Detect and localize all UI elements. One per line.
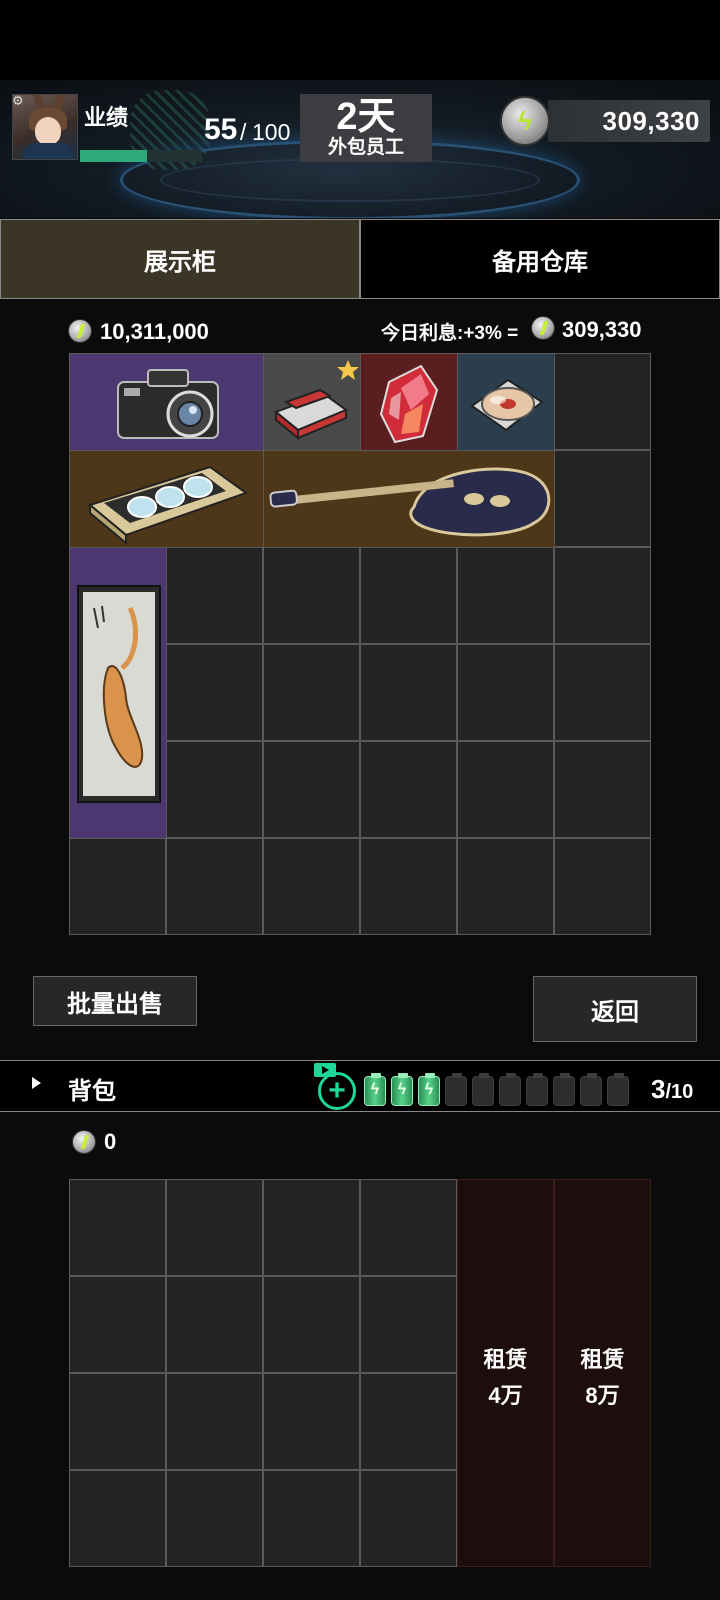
rent-label: 租赁 bbox=[580, 1347, 625, 1372]
grid-cell[interactable] bbox=[69, 1373, 166, 1470]
battery-full-icon: ϟ bbox=[418, 1073, 440, 1106]
battery-full-icon: ϟ bbox=[391, 1073, 413, 1106]
grid-cell[interactable] bbox=[554, 838, 651, 935]
battery-empty-icon bbox=[580, 1073, 602, 1106]
grid-cell[interactable] bbox=[69, 1179, 166, 1276]
grid-cell[interactable] bbox=[166, 741, 263, 838]
grid-cell[interactable] bbox=[554, 450, 651, 547]
coin-balance-value: 309,330 bbox=[602, 106, 700, 136]
battery-empty-icon bbox=[607, 1073, 629, 1106]
item-tiger-scroll-painting[interactable] bbox=[70, 548, 166, 838]
grid-cell[interactable] bbox=[166, 1276, 263, 1373]
performance-separator: / bbox=[240, 119, 247, 145]
interest-label: 今日利息:+3% = bbox=[381, 323, 519, 344]
showcase-total-value: 10,311,000 bbox=[100, 319, 209, 344]
grid-cell[interactable] bbox=[360, 741, 457, 838]
grid-cell[interactable] bbox=[166, 644, 263, 741]
performance-progress-fill bbox=[80, 150, 148, 162]
grid-cell[interactable] bbox=[166, 547, 263, 644]
coin-icon bbox=[531, 316, 555, 340]
grid-cell[interactable] bbox=[360, 1470, 457, 1567]
rent-price: 4万 bbox=[488, 1383, 523, 1408]
grid-cell[interactable] bbox=[166, 838, 263, 935]
grid-cell[interactable] bbox=[263, 1373, 360, 1470]
battery-empty-icon bbox=[472, 1073, 494, 1106]
grid-cell[interactable] bbox=[360, 547, 457, 644]
backpack-label: 背包 bbox=[68, 1078, 116, 1105]
tab-storage[interactable]: 备用仓库 bbox=[360, 219, 720, 299]
backpack-coins: 0 bbox=[104, 1129, 117, 1154]
battery-empty-icon bbox=[445, 1073, 467, 1106]
rent-label: 租赁 bbox=[483, 1347, 528, 1372]
grid-cell[interactable] bbox=[360, 1179, 457, 1276]
grid-cell[interactable] bbox=[554, 353, 651, 450]
grid-cell[interactable] bbox=[166, 1179, 263, 1276]
employee-status: 外包员工 bbox=[327, 137, 404, 158]
grid-cell[interactable] bbox=[360, 838, 457, 935]
battery-empty-icon bbox=[499, 1073, 521, 1106]
battery-full-icon: ϟ bbox=[364, 1073, 386, 1106]
grid-cell[interactable] bbox=[457, 644, 554, 741]
grid-cell[interactable] bbox=[69, 838, 166, 935]
grid-cell[interactable] bbox=[360, 1373, 457, 1470]
grid-cell[interactable] bbox=[554, 644, 651, 741]
battery-empty-icon bbox=[553, 1073, 575, 1106]
grid-cell[interactable] bbox=[263, 1276, 360, 1373]
grid-cell[interactable] bbox=[263, 1179, 360, 1276]
back-button[interactable]: 返回 bbox=[533, 976, 697, 1042]
gear-icon[interactable]: ⚙ bbox=[12, 94, 26, 108]
grid-cell[interactable] bbox=[263, 838, 360, 935]
status-bar bbox=[0, 0, 720, 80]
grid-cell[interactable] bbox=[554, 741, 651, 838]
item-electric-guitar[interactable] bbox=[264, 451, 554, 547]
tab-showcase[interactable]: 展示柜 bbox=[0, 219, 360, 299]
battery-count-total: /10 bbox=[665, 1081, 694, 1103]
item-camera[interactable] bbox=[70, 354, 263, 450]
grid-cell[interactable] bbox=[554, 547, 651, 644]
grid-cell[interactable] bbox=[457, 838, 554, 935]
performance-current: 55 bbox=[204, 113, 238, 146]
item-cigarette-pack[interactable] bbox=[264, 354, 360, 450]
item-cassette-tape[interactable] bbox=[70, 451, 263, 547]
battery-empty-icon bbox=[526, 1073, 548, 1106]
performance-progress-bar bbox=[80, 150, 202, 162]
grid-cell[interactable] bbox=[360, 644, 457, 741]
grid-cell[interactable] bbox=[69, 1470, 166, 1567]
item-cd-disc[interactable] bbox=[458, 354, 554, 450]
backpack-grid bbox=[69, 1179, 457, 1567]
battery-count-current: 3 bbox=[651, 1074, 666, 1104]
day-value: 2天 bbox=[336, 96, 396, 138]
energy-coin-icon: ϟ bbox=[500, 96, 550, 146]
interest-value: 309,330 bbox=[562, 317, 642, 342]
grid-cell[interactable] bbox=[263, 547, 360, 644]
grid-cell[interactable] bbox=[69, 1276, 166, 1373]
add-battery-button[interactable]: + bbox=[318, 1072, 356, 1110]
grid-cell[interactable] bbox=[263, 741, 360, 838]
grid-cell[interactable] bbox=[263, 644, 360, 741]
rent-price: 8万 bbox=[585, 1383, 620, 1408]
battery-count: 3/10 bbox=[651, 1074, 693, 1105]
coin-icon bbox=[68, 319, 92, 343]
coin-balance: 309,330 bbox=[548, 100, 710, 142]
grid-cell[interactable] bbox=[263, 1470, 360, 1567]
day-counter: 2天 外包员工 bbox=[300, 94, 432, 162]
performance-label: 业绩 bbox=[84, 105, 129, 130]
grid-cell[interactable] bbox=[457, 547, 554, 644]
showcase-grid bbox=[69, 353, 651, 935]
grid-cell[interactable] bbox=[166, 1373, 263, 1470]
grid-cell[interactable] bbox=[166, 1470, 263, 1567]
item-red-crystal[interactable] bbox=[361, 354, 457, 450]
performance-max: 100 bbox=[252, 119, 291, 145]
bulk-sell-button[interactable]: 批量出售 bbox=[33, 976, 197, 1026]
grid-cell[interactable] bbox=[457, 741, 554, 838]
expand-arrow-icon[interactable] bbox=[32, 1077, 41, 1089]
coin-icon bbox=[72, 1130, 96, 1154]
grid-cell[interactable] bbox=[360, 1276, 457, 1373]
